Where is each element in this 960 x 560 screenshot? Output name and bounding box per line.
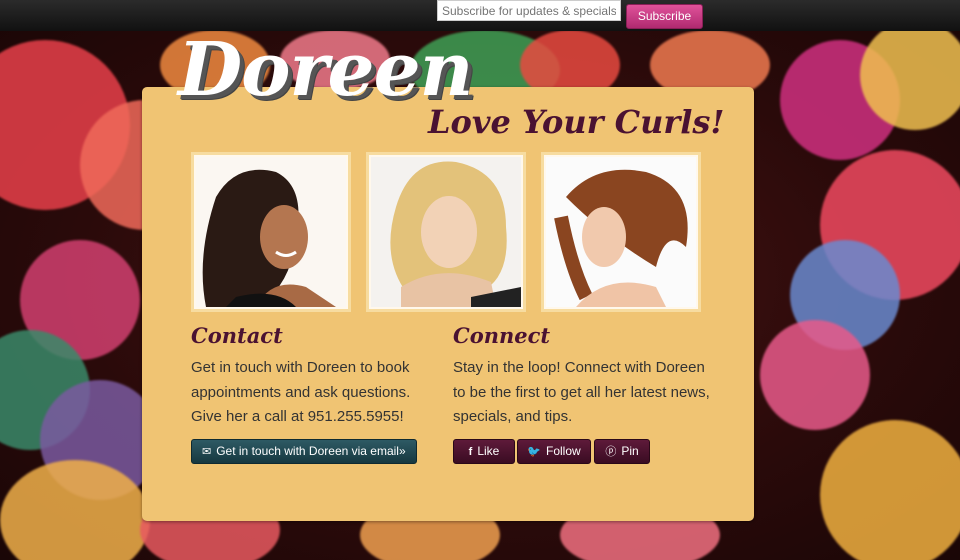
email-contact-button[interactable]: ✉ Get in touch with Doreen via email» [191, 439, 417, 464]
contact-text: Get in touch with Doreen to book appoint… [191, 359, 411, 425]
facebook-like-button[interactable]: f Like [453, 439, 515, 464]
contact-heading: Contact [191, 323, 283, 348]
follow-label: Follow [546, 444, 581, 458]
subscribe-input[interactable] [437, 0, 621, 21]
logo: Doreen [178, 27, 473, 113]
tagline: Love Your Curls! [428, 103, 725, 141]
pinterest-icon: ⓟ [605, 446, 617, 458]
twitter-icon: 🐦 [527, 446, 541, 458]
email-button-label: Get in touch with Doreen via email» [216, 444, 406, 458]
photo-curly-dark-hair [191, 152, 351, 312]
facebook-icon: f [468, 446, 473, 458]
photo-image [546, 157, 696, 307]
pin-label: Pin [621, 444, 639, 458]
like-label: Like [477, 444, 500, 458]
photo-image [196, 157, 346, 307]
top-bar: Subscribe [0, 0, 960, 31]
pinterest-pin-button[interactable]: ⓟ Pin [594, 439, 650, 464]
photo-blonde-hair [366, 152, 526, 312]
connect-text: Stay in the loop! Connect with Doreen to… [453, 359, 710, 425]
photo-image [371, 157, 521, 307]
photo-red-curly-hair [541, 152, 701, 312]
subscribe-button[interactable]: Subscribe [626, 4, 703, 29]
twitter-follow-button[interactable]: 🐦 Follow [517, 439, 591, 464]
connect-heading: Connect [453, 323, 551, 348]
envelope-icon: ✉ [202, 446, 212, 458]
